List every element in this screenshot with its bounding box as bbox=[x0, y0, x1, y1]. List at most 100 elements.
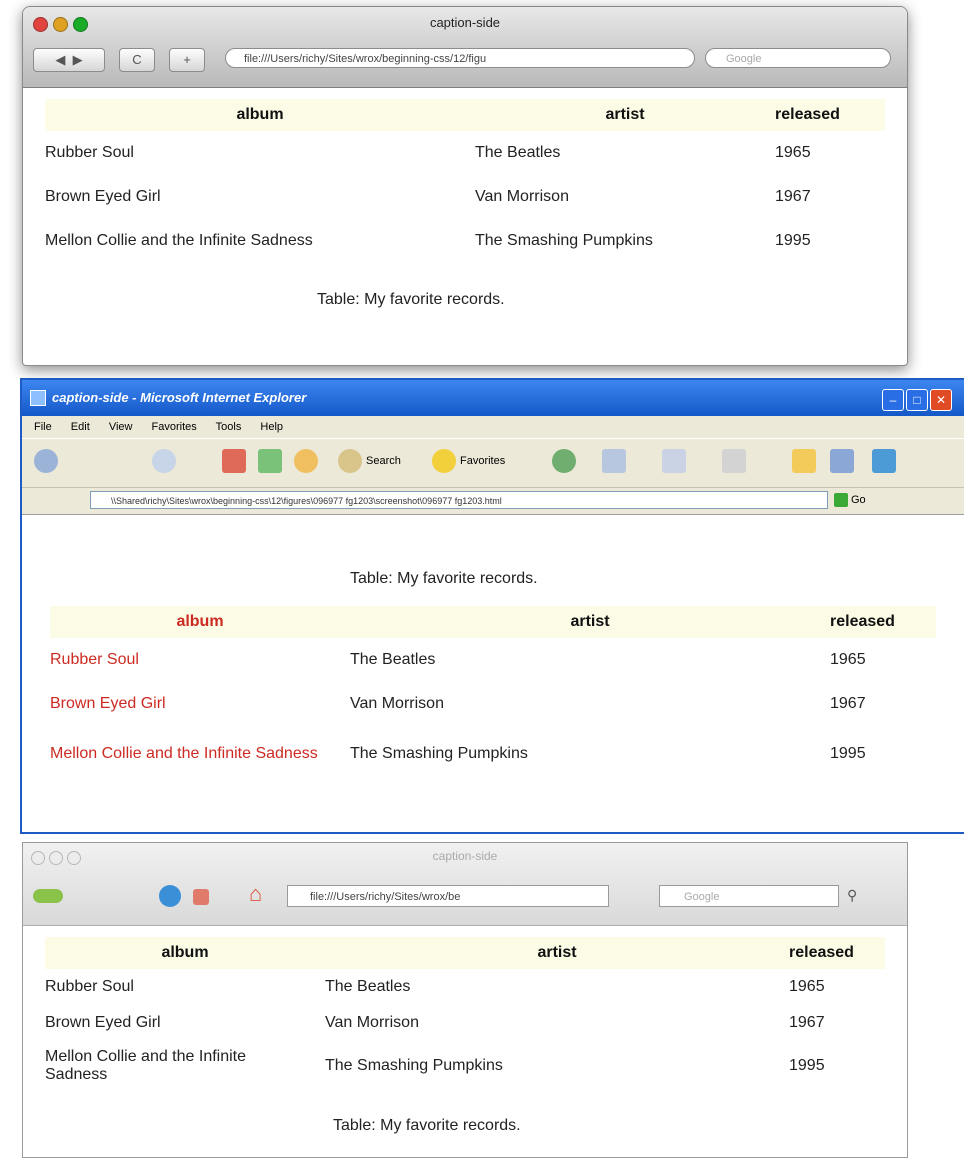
album-cell: Brown Eyed Girl bbox=[50, 695, 166, 712]
column-header: album bbox=[45, 99, 475, 131]
home-icon[interactable] bbox=[294, 449, 318, 473]
forward-arrow-icon: ▶ bbox=[72, 52, 83, 67]
column-header: album bbox=[50, 606, 350, 638]
ie-window: caption-side - Microsoft Internet Explor… bbox=[20, 378, 964, 834]
table-row: Mellon Collie and the Infinite Sadness T… bbox=[45, 219, 885, 263]
artist-cell: The Beatles bbox=[475, 144, 561, 161]
search-field[interactable]: Google bbox=[659, 885, 839, 907]
address-bar[interactable]: file:///Users/richy/Sites/wrox/beginning… bbox=[225, 48, 695, 68]
forward-icon[interactable] bbox=[152, 449, 176, 473]
back-arrow-icon: ◀ bbox=[55, 52, 66, 67]
table-header-row: album artist released bbox=[50, 606, 936, 638]
column-header: artist bbox=[350, 606, 830, 638]
menu-favorites[interactable]: Favorites bbox=[152, 421, 197, 433]
table-row: Rubber Soul The Beatles 1965 bbox=[50, 638, 936, 682]
ie-titlebar: caption-side - Microsoft Internet Explor… bbox=[22, 380, 964, 416]
messenger-icon[interactable] bbox=[872, 449, 896, 473]
column-header: released bbox=[775, 99, 885, 131]
media-icon[interactable] bbox=[552, 449, 576, 473]
window-title: caption-side bbox=[432, 849, 498, 863]
firefox-titlebar: caption-side ⌂ file:///Users/richy/Sites… bbox=[23, 843, 907, 926]
album-cell: Brown Eyed Girl bbox=[45, 1014, 161, 1031]
search-icon[interactable]: ⚲ bbox=[847, 887, 857, 904]
records-table: album artist released Rubber Soul The Be… bbox=[45, 937, 885, 1091]
go-button[interactable]: Go bbox=[834, 491, 866, 509]
reload-button[interactable]: C bbox=[119, 48, 155, 72]
back-icon[interactable] bbox=[33, 889, 63, 903]
back-forward-button[interactable]: ◀ ▶ bbox=[33, 48, 105, 72]
menu-edit[interactable]: Edit bbox=[71, 421, 90, 433]
close-window-button[interactable]: ✕ bbox=[930, 389, 952, 411]
address-bar[interactable]: \\Shared\richy\Sites\wrox\beginning-css\… bbox=[90, 491, 828, 509]
reload-icon[interactable] bbox=[159, 885, 181, 907]
released-cell: 1995 bbox=[775, 232, 811, 249]
ie-toolbar: Search Favorites bbox=[22, 438, 964, 487]
address-bar[interactable]: file:///Users/richy/Sites/wrox/be bbox=[287, 885, 609, 907]
discuss-icon[interactable] bbox=[830, 449, 854, 473]
records-table: album artist released Rubber Soul The Be… bbox=[50, 606, 936, 782]
refresh-icon[interactable] bbox=[258, 449, 282, 473]
released-cell: 1965 bbox=[830, 651, 866, 668]
menu-view[interactable]: View bbox=[109, 421, 133, 433]
column-header: artist bbox=[325, 937, 789, 969]
print-icon[interactable] bbox=[722, 449, 746, 473]
ie-page-icon bbox=[30, 390, 46, 406]
go-label: Go bbox=[851, 494, 866, 506]
search-field[interactable]: Google bbox=[705, 48, 891, 68]
artist-cell: The Smashing Pumpkins bbox=[475, 232, 653, 249]
album-cell: Rubber Soul bbox=[45, 978, 134, 995]
window-title: caption-side - Microsoft Internet Explor… bbox=[52, 390, 307, 405]
artist-cell: The Smashing Pumpkins bbox=[325, 1057, 503, 1074]
favorites-label[interactable]: Favorites bbox=[460, 455, 505, 467]
window-title: caption-side bbox=[429, 15, 501, 30]
released-cell: 1995 bbox=[789, 1057, 825, 1074]
folder-icon[interactable] bbox=[792, 449, 816, 473]
records-table: album artist released Rubber Soul The Be… bbox=[45, 99, 885, 263]
back-icon[interactable] bbox=[34, 449, 58, 473]
album-cell: Rubber Soul bbox=[50, 651, 139, 668]
menu-help[interactable]: Help bbox=[260, 421, 283, 433]
table-caption: Table: My favorite records. bbox=[317, 291, 505, 308]
table-row: Mellon Collie and the Infinite Sadness T… bbox=[50, 726, 936, 782]
released-cell: 1965 bbox=[775, 144, 811, 161]
table-row: Rubber Soul The Beatles 1965 bbox=[45, 131, 885, 175]
album-cell: Mellon Collie and the Infinite Sadness bbox=[45, 1048, 247, 1083]
menu-tools[interactable]: Tools bbox=[216, 421, 242, 433]
album-cell: Rubber Soul bbox=[45, 144, 134, 161]
table-header-row: album artist released bbox=[45, 937, 885, 969]
add-bookmark-button[interactable]: + bbox=[169, 48, 205, 72]
released-cell: 1967 bbox=[789, 1014, 825, 1031]
stop-icon[interactable] bbox=[222, 449, 246, 473]
firefox-window: caption-side ⌂ file:///Users/richy/Sites… bbox=[22, 842, 908, 1158]
ie-address-bar-row: \\Shared\richy\Sites\wrox\beginning-css\… bbox=[22, 487, 964, 515]
column-header: released bbox=[789, 937, 885, 969]
table-row: Brown Eyed Girl Van Morrison 1967 bbox=[50, 682, 936, 726]
column-header: released bbox=[830, 606, 936, 638]
album-cell: Brown Eyed Girl bbox=[45, 188, 161, 205]
table-row: Brown Eyed Girl Van Morrison 1967 bbox=[45, 175, 885, 219]
artist-cell: The Beatles bbox=[325, 978, 411, 995]
home-icon[interactable]: ⌂ bbox=[249, 881, 262, 907]
history-icon[interactable] bbox=[602, 449, 626, 473]
released-cell: 1967 bbox=[775, 188, 811, 205]
column-header: album bbox=[45, 937, 325, 969]
menu-bar: File Edit View Favorites Tools Help bbox=[22, 416, 964, 438]
released-cell: 1995 bbox=[830, 745, 866, 762]
search-icon[interactable] bbox=[338, 449, 362, 473]
safari-window: caption-side ◀ ▶ C + file:///Users/richy… bbox=[22, 6, 908, 366]
artist-cell: Van Morrison bbox=[325, 1014, 419, 1031]
favorites-star-icon[interactable] bbox=[432, 449, 456, 473]
released-cell: 1965 bbox=[789, 978, 825, 995]
mail-icon[interactable] bbox=[662, 449, 686, 473]
stop-icon[interactable] bbox=[193, 889, 209, 905]
album-cell: Mellon Collie and the Infinite Sadness bbox=[50, 745, 318, 762]
table-caption: Table: My favorite records. bbox=[333, 1117, 521, 1134]
artist-cell: Van Morrison bbox=[475, 188, 569, 205]
table-row: Mellon Collie and the Infinite Sadness T… bbox=[45, 1041, 885, 1091]
table-caption: Table: My favorite records. bbox=[350, 570, 538, 587]
minimize-window-button[interactable]: – bbox=[882, 389, 904, 411]
maximize-window-button[interactable]: □ bbox=[906, 389, 928, 411]
search-label[interactable]: Search bbox=[366, 455, 401, 467]
table-row: Rubber Soul The Beatles 1965 bbox=[45, 969, 885, 1005]
menu-file[interactable]: File bbox=[34, 421, 52, 433]
